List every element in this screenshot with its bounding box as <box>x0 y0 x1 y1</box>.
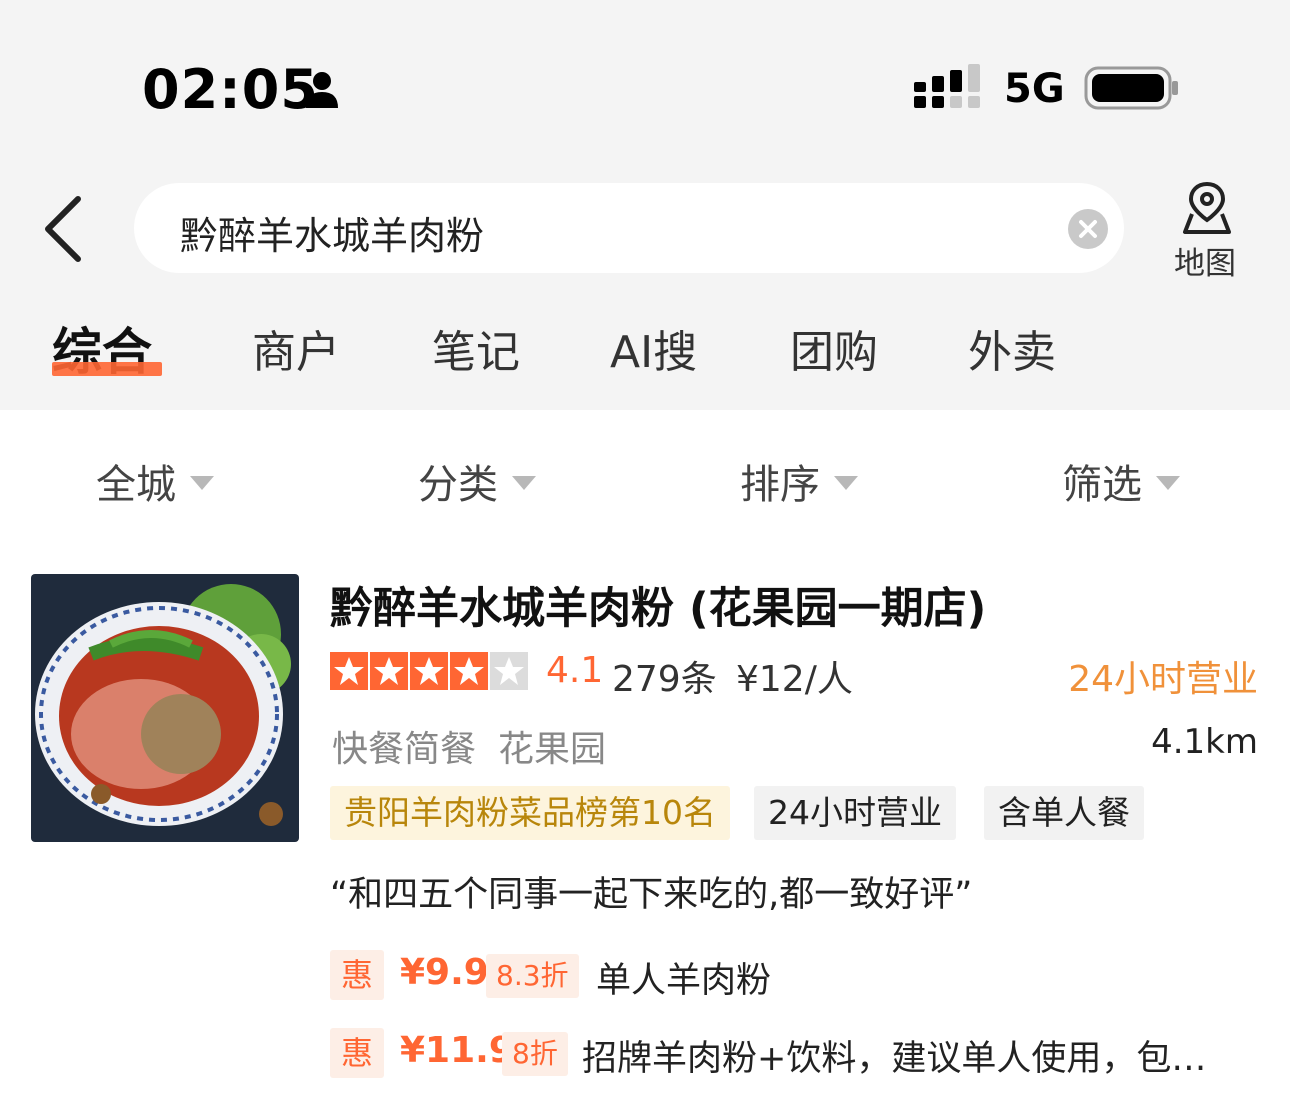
filter-category[interactable]: 分类 <box>418 452 536 510</box>
opening-hours: 24小时营业 <box>1068 659 1258 700</box>
deal-description: 招牌羊肉粉+饮料，建议单人使用，包… <box>582 1039 1207 1079</box>
filter-city-label: 全城 <box>96 462 176 508</box>
deal-description: 单人羊肉粉 <box>596 961 772 1001</box>
filter-sort-label: 排序 <box>740 462 820 508</box>
filter-city[interactable]: 全城 <box>96 452 214 510</box>
tab-group-buy[interactable]: 团购 <box>790 316 878 380</box>
star-4 <box>450 652 488 690</box>
caret-down-icon <box>512 476 536 490</box>
caret-down-icon <box>834 476 858 490</box>
store-name[interactable]: 黔醉羊水城羊肉粉 (花果园一期店) <box>330 574 986 636</box>
feature-tag: 含单人餐 <box>984 786 1144 840</box>
filter-screen-label: 筛选 <box>1062 462 1142 508</box>
price-per-person: ¥12/人 <box>736 659 853 700</box>
caret-down-icon <box>190 476 214 490</box>
map-button[interactable]: 地图 <box>1168 180 1248 282</box>
review-count: 279条 <box>612 659 717 700</box>
deal-item[interactable]: 惠 ¥9.9 8.3折 单人羊肉粉 <box>330 950 1250 1001</box>
deal-price: ¥9.9 <box>400 952 489 993</box>
deal-item[interactable]: 惠 ¥11.9 8折 招牌羊肉粉+饮料，建议单人使用，包… <box>330 1028 1250 1079</box>
caret-down-icon <box>1156 476 1180 490</box>
store-category: 快餐简餐 <box>332 729 477 770</box>
filter-category-label: 分类 <box>418 462 498 508</box>
network-type: 5G <box>1004 66 1065 112</box>
active-tab-indicator <box>52 362 162 376</box>
filter-sort[interactable]: 排序 <box>740 452 858 510</box>
tab-merchants[interactable]: 商户 <box>252 316 340 380</box>
back-arrow-icon[interactable] <box>40 195 88 263</box>
tab-ai-search[interactable]: AI搜 <box>610 316 697 380</box>
star-2 <box>370 652 408 690</box>
store-thumbnail[interactable] <box>31 574 299 842</box>
person-icon <box>306 72 338 108</box>
review-quote: “和四五个同事一起下来吃的,都一致好评” <box>330 875 973 915</box>
signal-icon <box>914 64 980 108</box>
map-label: 地图 <box>1174 246 1236 282</box>
star-3 <box>410 652 448 690</box>
rank-badge[interactable]: 贵阳羊肉粉菜品榜第10名 <box>330 786 730 840</box>
search-query[interactable]: 黔醉羊水城羊肉粉 <box>180 205 484 260</box>
status-time: 02:05 <box>142 58 319 121</box>
tab-notes[interactable]: 笔记 <box>432 316 520 380</box>
deal-price: ¥11.9 <box>400 1030 514 1071</box>
store-area: 花果园 <box>498 729 607 770</box>
star-5 <box>490 652 528 690</box>
deal-discount: 8折 <box>502 1032 568 1076</box>
deal-badge: 惠 <box>330 1028 384 1078</box>
star-rating-icon <box>330 652 528 690</box>
rating-value: 4.1 <box>546 650 604 691</box>
tab-takeout[interactable]: 外卖 <box>968 316 1056 380</box>
search-input[interactable]: 黔醉羊水城羊肉粉 <box>134 183 1124 273</box>
map-pin-icon <box>1183 181 1231 234</box>
deal-discount: 8.3折 <box>486 954 579 998</box>
deal-badge: 惠 <box>330 950 384 1000</box>
store-distance: 4.1km <box>1151 722 1258 762</box>
feature-tag: 24小时营业 <box>754 786 956 840</box>
star-1 <box>330 652 368 690</box>
filter-screen[interactable]: 筛选 <box>1062 452 1180 510</box>
battery-icon <box>1084 66 1178 110</box>
clear-icon[interactable] <box>1068 209 1108 249</box>
